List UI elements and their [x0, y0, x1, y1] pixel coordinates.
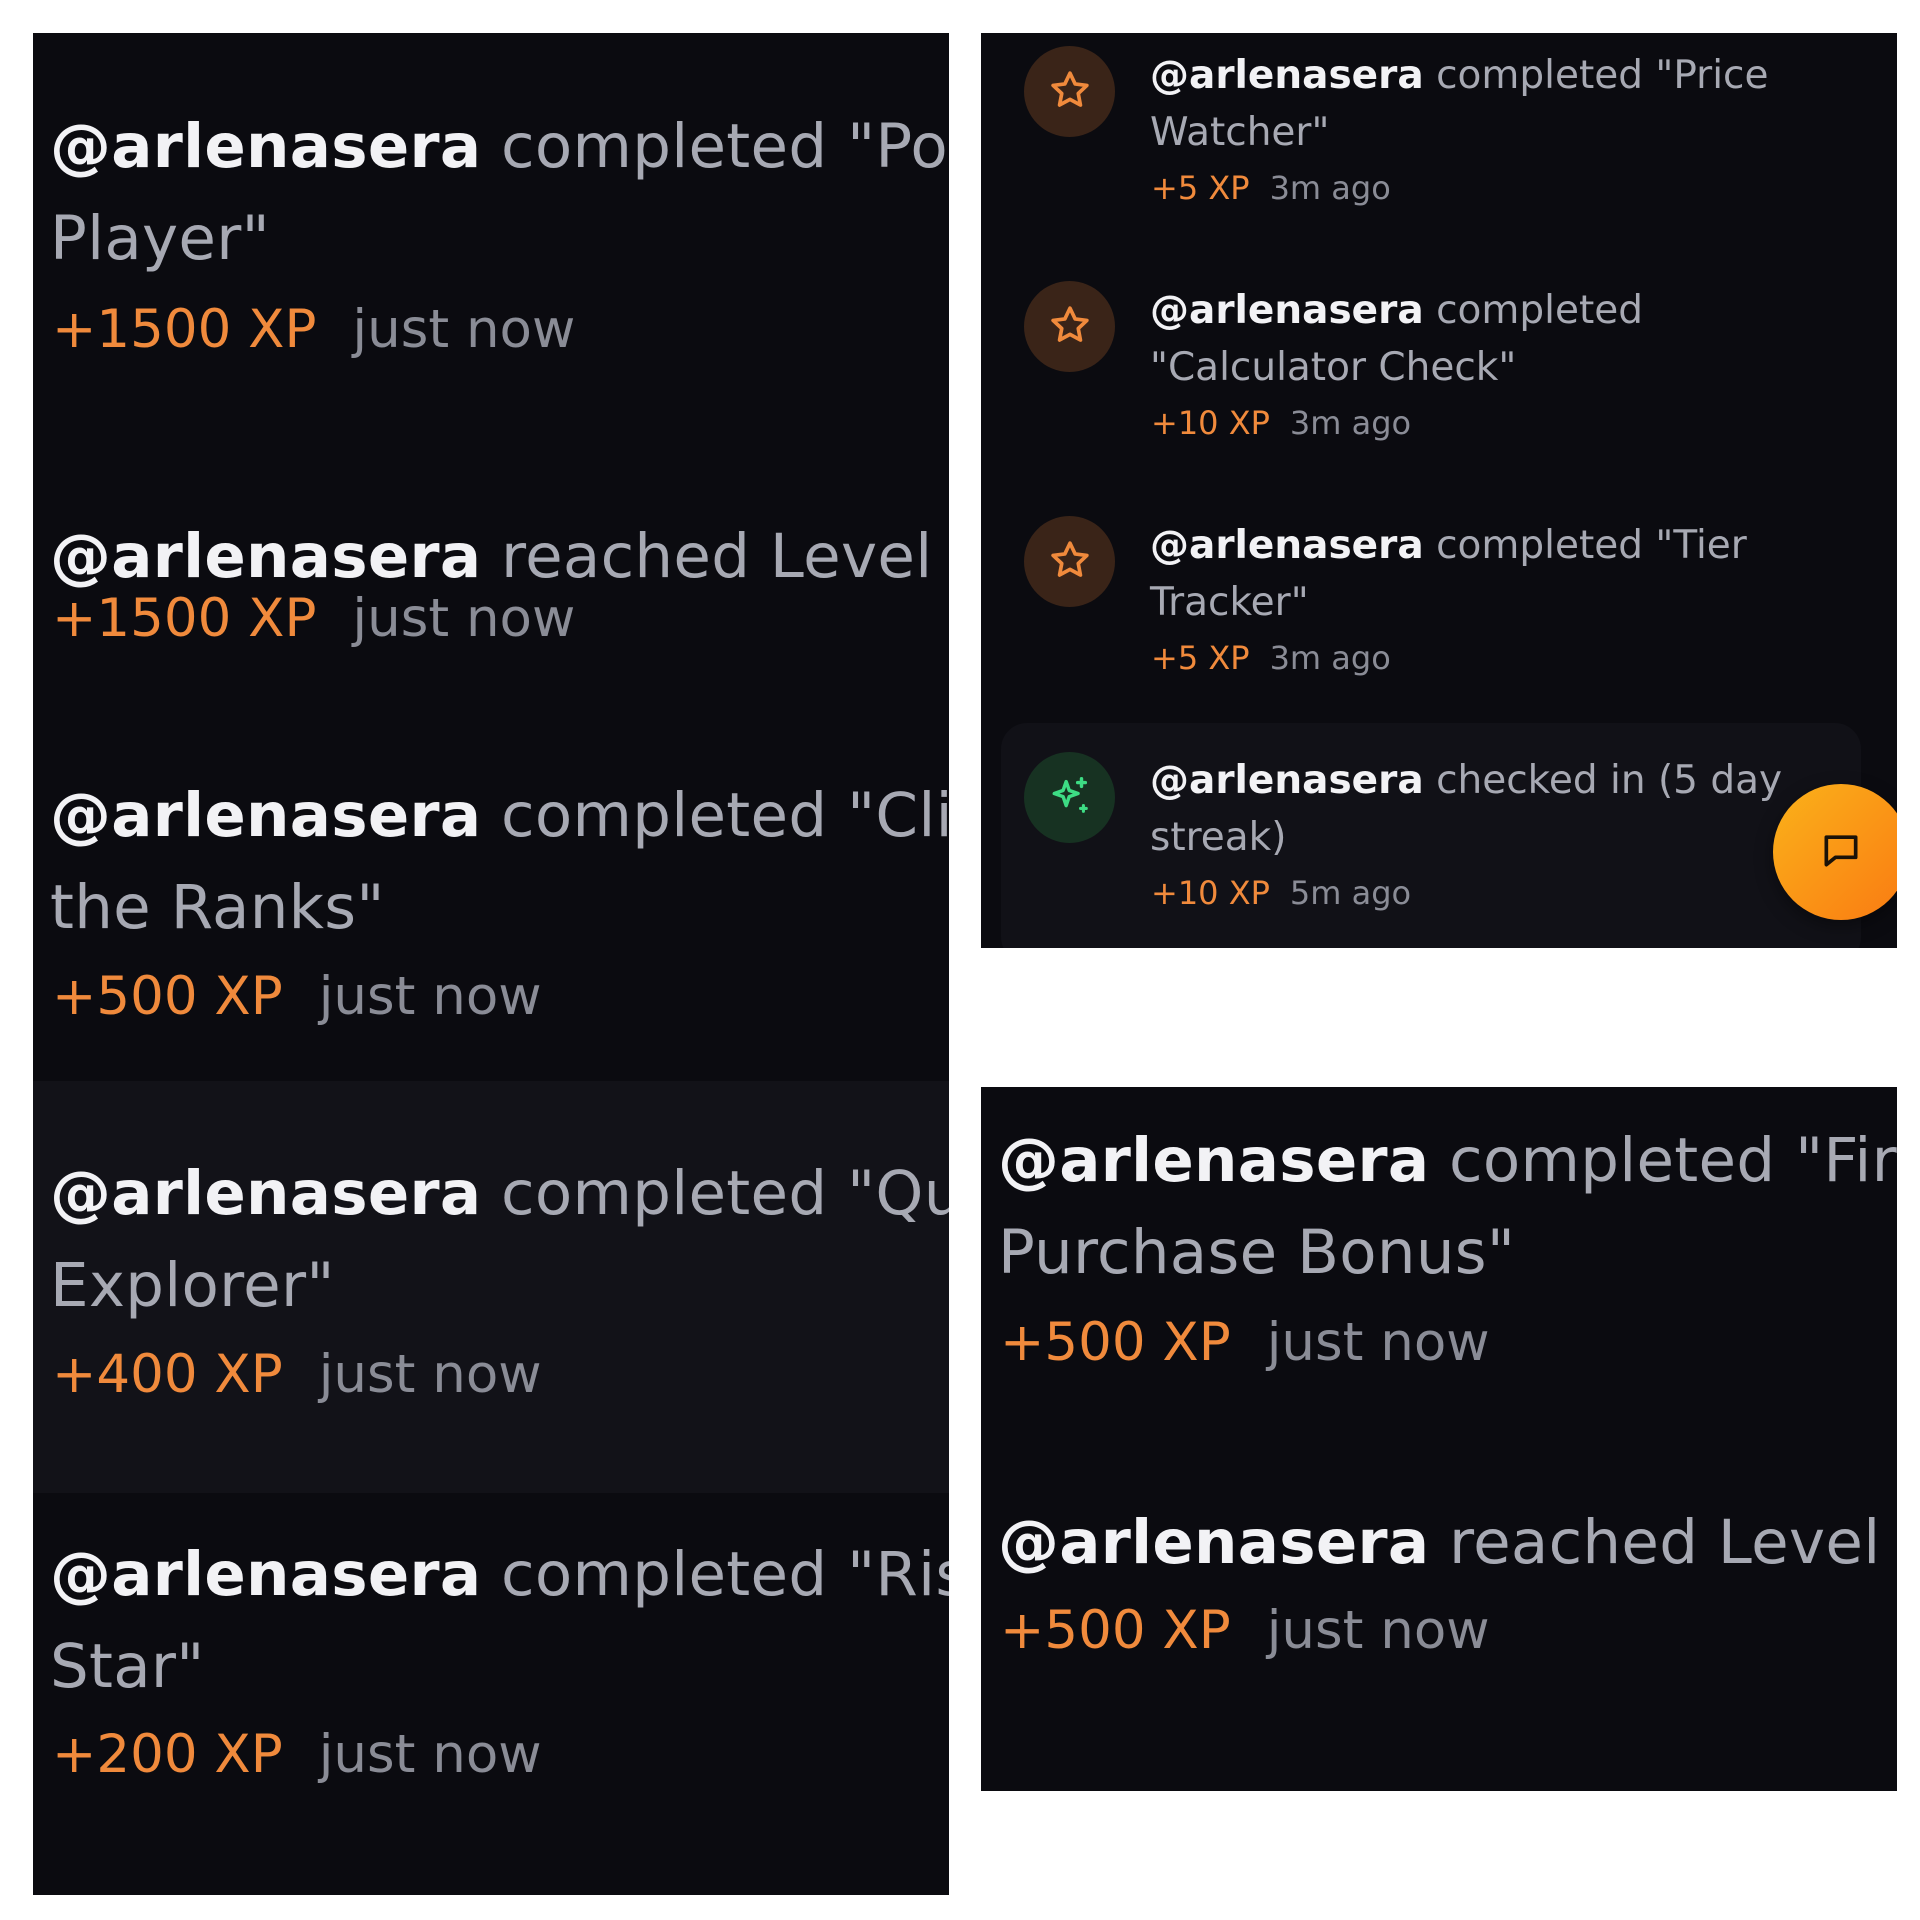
feed-item-message: @arlenasera completed "First Purchase Bo… — [998, 1125, 1897, 1288]
timestamp: 5m ago — [1289, 874, 1412, 912]
feed-item-meta: +10 XP 5m ago — [1151, 873, 1411, 913]
feed-item-meta: +1500 XP just now — [52, 587, 575, 651]
feed-item: @arlenasera completed "Tier Tracker" +5 … — [1001, 503, 1861, 728]
feed-item-message: @arlenasera completed "Quest Explorer" — [50, 1158, 949, 1321]
feed-item-message: @arlenasera reached Level 8! — [998, 1507, 1897, 1578]
feed-item-highlighted: @arlenasera completed "Quest Explorer" +… — [33, 1081, 949, 1493]
feed-item: @arlenasera completed "Power Player" +15… — [33, 33, 949, 403]
feed-item: @arlenasera completed "Calculator Check"… — [1001, 268, 1861, 493]
streak-badge — [1024, 752, 1115, 843]
feed-item-meta: +10 XP 3m ago — [1151, 403, 1411, 443]
activity-feed: @arlenasera completed "Price Watcher" +5… — [981, 33, 1897, 948]
feed-item-username[interactable]: @arlenasera — [1150, 523, 1424, 568]
feed-item-username[interactable]: @arlenasera — [50, 780, 481, 851]
feed-item-meta: +500 XP just now — [1000, 1311, 1490, 1375]
feed-item-meta: +500 XP just now — [1000, 1599, 1490, 1663]
feed-item-username[interactable]: @arlenasera — [998, 1125, 1429, 1196]
feed-item-username[interactable]: @arlenasera — [50, 521, 481, 592]
star-icon — [1048, 538, 1092, 586]
activity-feed-zoomed-left: @arlenasera completed "Power Player" +15… — [33, 33, 949, 1895]
activity-feed-zoomed-right: @arlenasera completed "First Purchase Bo… — [981, 1087, 1897, 1791]
feed-item: @arlenasera reached Level 9! +1500 XPjus… — [33, 403, 949, 703]
feed-item-message: @arlenasera completed "Calculator Check" — [1150, 288, 1643, 390]
xp-amount: +10 XP — [1151, 404, 1270, 442]
achievement-badge — [1024, 516, 1115, 607]
star-icon — [1048, 303, 1092, 351]
xp-amount: +1500 XP — [52, 588, 317, 649]
timestamp: just now — [352, 299, 576, 360]
feed-item-username[interactable]: @arlenasera — [50, 111, 481, 182]
xp-amount: +10 XP — [1151, 874, 1270, 912]
feed-item-username[interactable]: @arlenasera — [998, 1507, 1429, 1578]
xp-amount: +200 XP — [52, 1724, 283, 1785]
feed-item-meta: +500 XP just now — [52, 965, 542, 1029]
timestamp: 3m ago — [1289, 404, 1412, 442]
feed-item-username[interactable]: @arlenasera — [50, 1158, 481, 1229]
xp-amount: +500 XP — [1000, 1600, 1231, 1661]
timestamp: just now — [352, 588, 576, 649]
xp-amount: +500 XP — [52, 966, 283, 1027]
feed-item-meta: +200 XP just now — [52, 1723, 542, 1787]
feed-item-highlighted: @arlenasera checked in (5 day streak) +1… — [1001, 723, 1861, 948]
timestamp: just now — [318, 966, 542, 1027]
feed-item-message: @arlenasera completed "Tier Tracker" — [1150, 523, 1747, 625]
feed-item-meta: +5 XP 3m ago — [1151, 638, 1391, 678]
xp-amount: +5 XP — [1151, 169, 1250, 207]
feed-item-message: @arlenasera completed "Rising Star" — [50, 1539, 949, 1702]
feed-item: @arlenasera completed "Rising Star" +200… — [33, 1493, 949, 1895]
feed-item-meta: +400 XP just now — [52, 1343, 542, 1407]
timestamp: just now — [318, 1724, 542, 1785]
feed-item-username[interactable]: @arlenasera — [1150, 53, 1424, 98]
xp-amount: +500 XP — [1000, 1312, 1231, 1373]
timestamp: just now — [1266, 1600, 1490, 1661]
feed-item: @arlenasera completed "Climb the Ranks" … — [33, 703, 949, 1081]
timestamp: just now — [1266, 1312, 1490, 1373]
timestamp: 3m ago — [1269, 169, 1391, 207]
feed-item: @arlenasera completed "Price Watcher" +5… — [1001, 33, 1861, 258]
feed-item-message: @arlenasera completed "Climb the Ranks" — [50, 780, 949, 943]
xp-amount: +1500 XP — [52, 299, 317, 360]
feed-item-username[interactable]: @arlenasera — [1150, 758, 1424, 803]
chat-button[interactable] — [1773, 784, 1897, 920]
achievement-badge — [1024, 46, 1115, 137]
feed-item: @arlenasera completed "First Purchase Bo… — [981, 1087, 1897, 1457]
feed-item-message: @arlenasera completed "Price Watcher" — [1150, 53, 1769, 155]
feed-item-username[interactable]: @arlenasera — [1150, 288, 1424, 333]
timestamp: 3m ago — [1269, 639, 1391, 677]
timestamp: just now — [318, 1344, 542, 1405]
feed-item: @arlenasera reached Level 8! +500 XP just… — [981, 1457, 1897, 1791]
chat-bubble-icon — [1819, 828, 1863, 876]
star-icon — [1048, 68, 1092, 116]
feed-item-meta: +5 XP 3m ago — [1151, 168, 1391, 208]
xp-amount: +5 XP — [1151, 639, 1250, 677]
achievement-badge — [1024, 281, 1115, 372]
xp-amount: +400 XP — [52, 1344, 283, 1405]
feed-item-message: @arlenasera checked in (5 day streak) — [1150, 758, 1783, 860]
sparkle-icon — [1047, 773, 1093, 823]
feed-item-message: @arlenasera completed "Power Player" — [50, 111, 949, 274]
feed-item-meta: +1500 XP just now — [52, 298, 575, 362]
feed-item-username[interactable]: @arlenasera — [50, 1539, 481, 1610]
